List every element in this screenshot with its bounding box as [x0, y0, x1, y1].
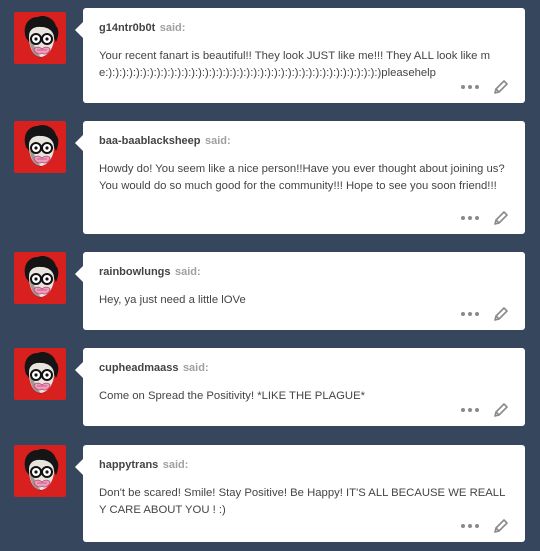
ask-card: rainbowlungs said: Hey, ya just need a l… — [75, 252, 525, 330]
ask-card: g14ntr0b0t said: Your recent fanart is b… — [75, 8, 525, 103]
pencil-icon[interactable] — [493, 210, 509, 226]
post-controls — [461, 210, 509, 226]
more-options-icon[interactable] — [461, 524, 479, 528]
ask-card: happytrans said: Don't be scared! Smile!… — [75, 445, 525, 542]
asker-name[interactable]: baa-baablacksheep — [99, 135, 201, 147]
ask-card: baa-baablacksheep said: Howdy do! You se… — [75, 121, 525, 234]
avatar-face-icon — [24, 125, 59, 167]
avatar-icon[interactable] — [14, 348, 66, 400]
said-label: said: — [162, 459, 189, 471]
said-label: said: — [182, 362, 209, 374]
ask-message: Hey, ya just need a little lOVe — [99, 294, 246, 306]
post-controls — [461, 306, 509, 322]
post-controls — [461, 402, 509, 418]
ask-card: cupheadmaass said: Come on Spread the Po… — [75, 348, 525, 426]
asker-name[interactable]: rainbowlungs — [99, 266, 171, 278]
more-options-icon[interactable] — [461, 312, 479, 316]
avatar-icon[interactable] — [14, 252, 66, 304]
more-options-icon[interactable] — [461, 85, 479, 89]
avatar-icon[interactable] — [14, 121, 66, 173]
avatar-face-icon — [24, 256, 59, 298]
ask-message: Howdy do! You seem like a nice person!!H… — [99, 163, 505, 192]
said-label: said: — [174, 266, 201, 278]
ask-message: Come on Spread the Positivity! *LIKE THE… — [99, 390, 366, 402]
avatar-face-icon — [24, 16, 59, 58]
asker-name[interactable]: cupheadmaass — [99, 362, 178, 374]
asker-name[interactable]: happytrans — [99, 459, 158, 471]
pencil-icon[interactable] — [493, 79, 509, 95]
more-options-icon[interactable] — [461, 408, 479, 412]
pencil-icon[interactable] — [493, 402, 509, 418]
said-label: said: — [159, 22, 186, 34]
avatar-face-icon — [24, 449, 59, 491]
asker-name[interactable]: g14ntr0b0t — [99, 22, 155, 34]
avatar-icon[interactable] — [14, 12, 66, 64]
avatar-face-icon — [24, 352, 59, 394]
avatar-icon[interactable] — [14, 445, 66, 497]
more-options-icon[interactable] — [461, 216, 479, 220]
pencil-icon[interactable] — [493, 518, 509, 534]
ask-message: Don't be scared! Smile! Stay Positive! B… — [99, 487, 506, 516]
post-controls — [461, 79, 509, 95]
post-controls — [461, 518, 509, 534]
pencil-icon[interactable] — [493, 306, 509, 322]
said-label: said: — [204, 135, 231, 147]
ask-message: Your recent fanart is beautiful!! They l… — [99, 50, 490, 79]
